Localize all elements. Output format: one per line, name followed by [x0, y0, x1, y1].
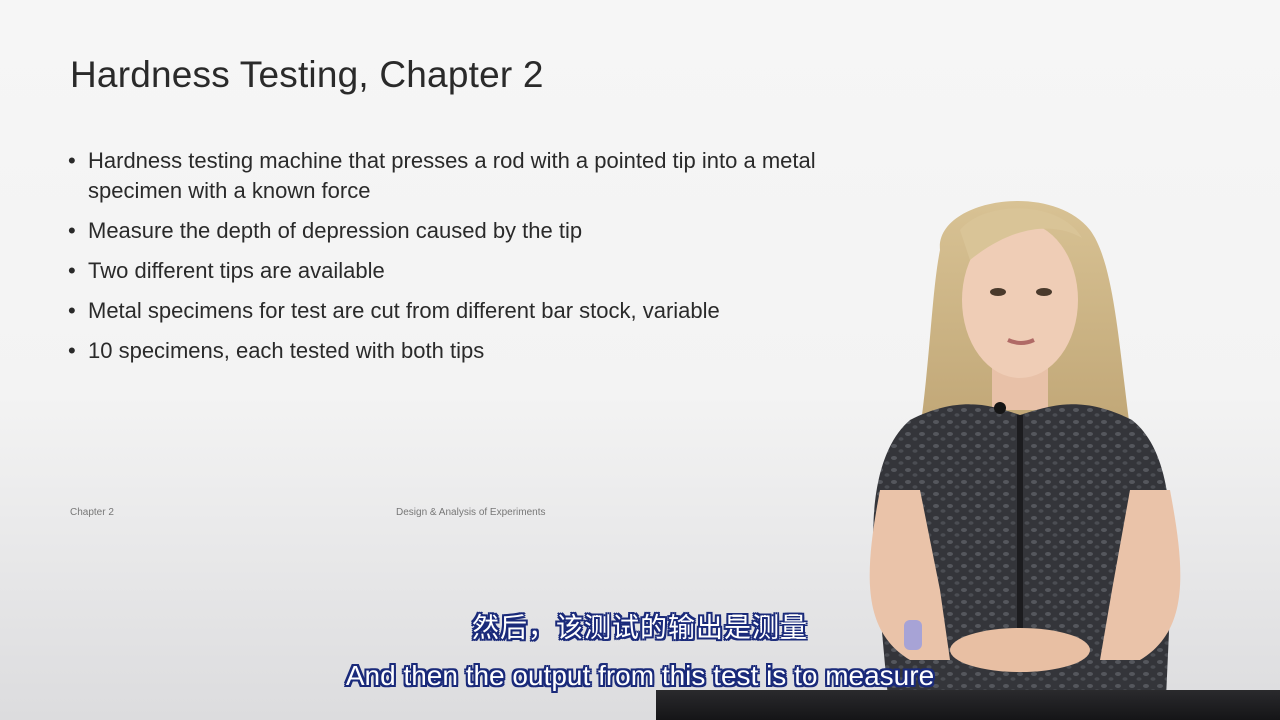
bullet-text: Metal specimens for test are cut from di…: [88, 298, 720, 323]
slide-title: Hardness Testing, Chapter 2: [70, 54, 544, 95]
subtitle-english: And then the output from this test is to…: [345, 660, 935, 691]
lectern: [656, 690, 1280, 720]
bullet-icon: •: [68, 338, 76, 363]
bullet-icon: •: [68, 148, 76, 173]
bullet-item: • Metal specimens for test are cut from …: [68, 296, 888, 326]
bullet-item: • 10 specimens, each tested with both ti…: [68, 336, 888, 366]
slide-footer-chapter: Chapter 2: [70, 507, 114, 518]
bullet-item: • Hardness testing machine that presses …: [68, 146, 888, 206]
bullet-text: Hardness testing machine that presses a …: [88, 148, 816, 203]
bullet-icon: •: [68, 258, 76, 283]
subtitle-chinese: 然后，该测试的输出是测量: [472, 613, 808, 644]
bullet-item: • Measure the depth of depression caused…: [68, 216, 888, 246]
bullet-icon: •: [68, 298, 76, 323]
bullet-list: • Hardness testing machine that presses …: [68, 146, 888, 376]
presenter-eye: [990, 288, 1006, 296]
bullet-text: Two different tips are available: [88, 258, 385, 283]
bullet-text: 10 specimens, each tested with both tips: [88, 338, 485, 363]
bullet-item: • Two different tips are available: [68, 256, 888, 286]
bullet-icon: •: [68, 218, 76, 243]
bullet-text: Measure the depth of depression caused b…: [88, 218, 583, 243]
presenter-eye: [1036, 288, 1052, 296]
microphone-icon: [994, 402, 1006, 414]
slide-footer-course: Design & Analysis of Experiments: [396, 507, 546, 518]
